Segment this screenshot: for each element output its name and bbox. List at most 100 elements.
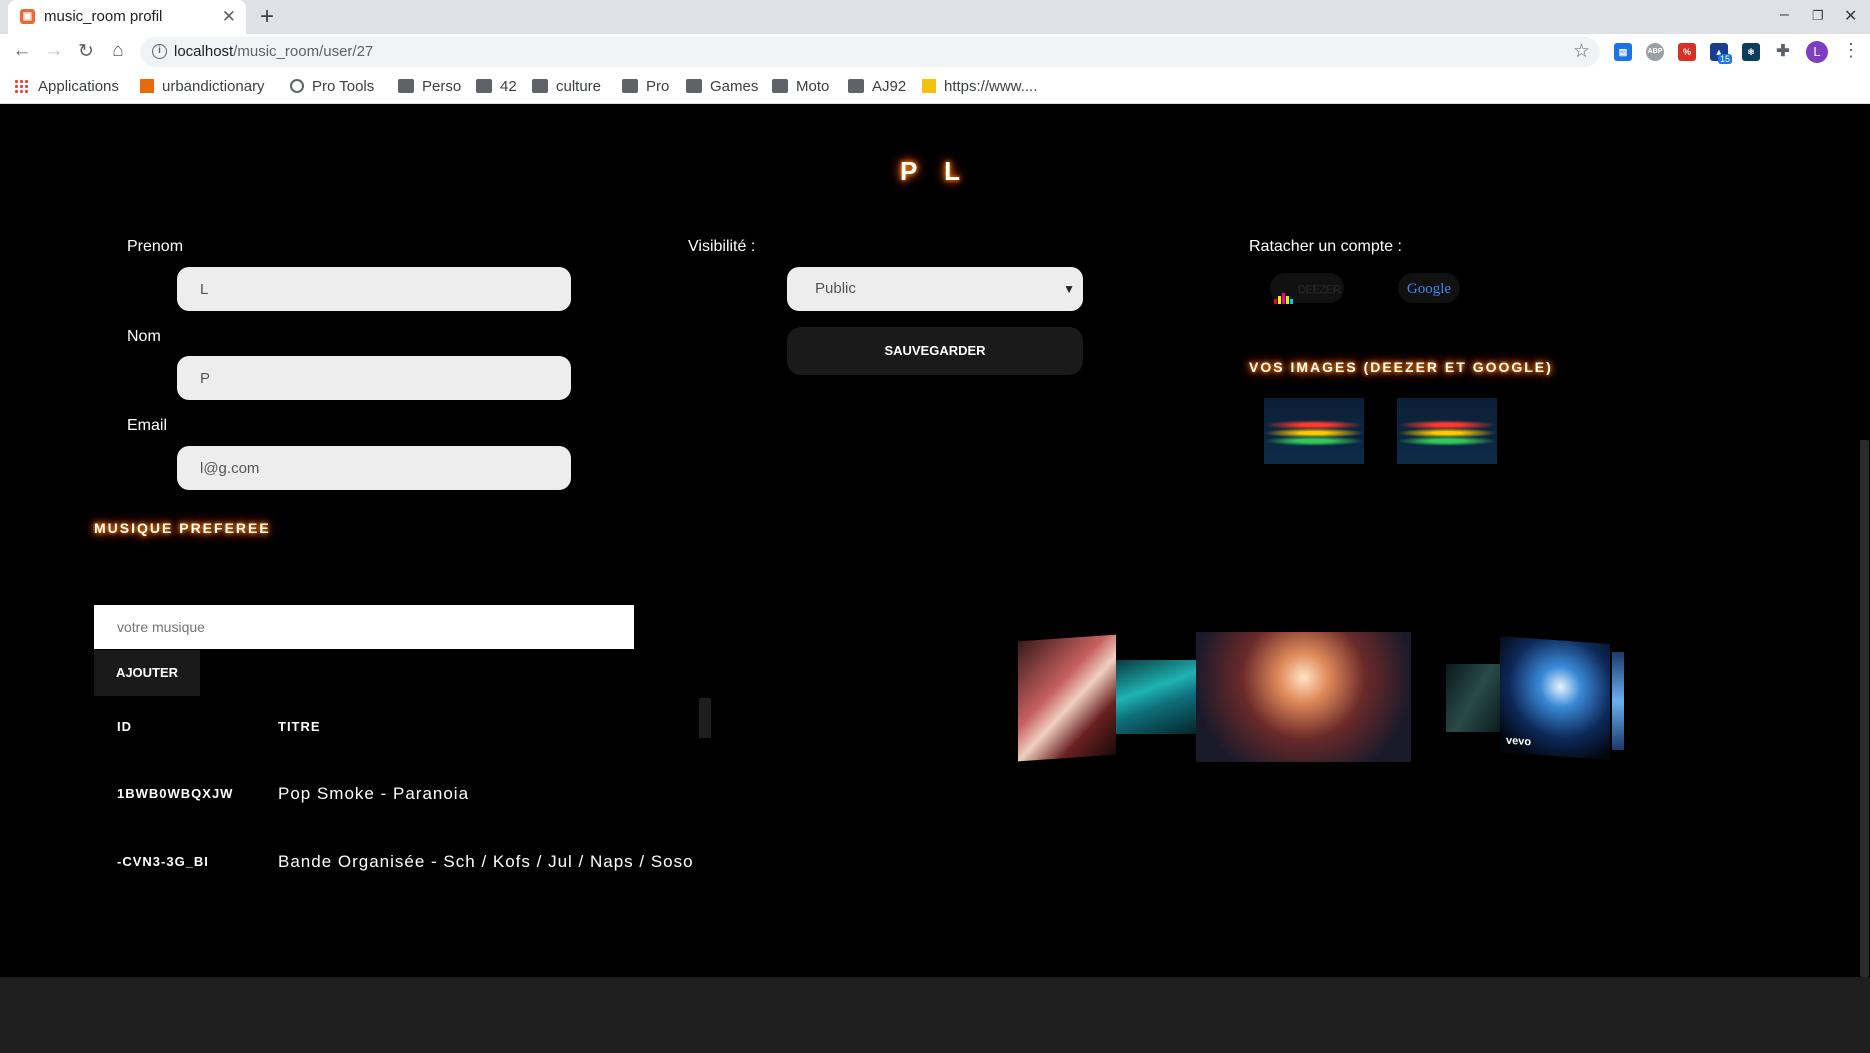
prenom-field[interactable] (177, 267, 571, 311)
vevo-watermark: vevo (1506, 734, 1532, 749)
carousel-frame-1[interactable] (1018, 634, 1116, 762)
extensions-puzzle-icon[interactable]: ✚ (1774, 43, 1792, 61)
add-music-button[interactable]: AJOUTER (94, 650, 200, 696)
bookmark-pro[interactable]: Pro (622, 76, 669, 98)
carousel-frame-2[interactable] (1116, 660, 1196, 734)
bookmark-pro-tools[interactable]: Pro Tools (290, 76, 374, 98)
extension-3-icon[interactable]: % (1678, 43, 1696, 61)
folder-icon (476, 79, 492, 93)
profile-image-deezer[interactable] (1264, 398, 1364, 464)
email-field[interactable] (177, 446, 571, 490)
bookmark-aj92[interactable]: AJ92 (848, 76, 906, 98)
email-label: Email (127, 417, 168, 434)
tab-title: music_room profil (44, 8, 163, 25)
profile-image-google[interactable] (1397, 398, 1497, 464)
bookmarks-bar: Applications urbandictionary Pro Tools P… (0, 70, 1870, 104)
carousel-frame-5[interactable]: vevo (1500, 636, 1610, 760)
restore-icon[interactable]: ❐ (1812, 8, 1824, 24)
page-scrollbar-thumb[interactable] (1860, 440, 1869, 977)
bookmark-moto[interactable]: Moto (772, 76, 829, 98)
carousel-frame-6[interactable] (1612, 652, 1624, 750)
new-tab-icon[interactable]: + (260, 3, 274, 31)
bookmark-star-icon[interactable]: ☆ (1573, 40, 1590, 63)
row-2-id: -CVN3-3G_BI (117, 854, 209, 869)
extension-5-icon[interactable]: ⚛ (1742, 43, 1760, 61)
browser-tab[interactable]: ▣ music_room profil ✕ (8, 0, 246, 34)
extension-badge: 15 (1718, 54, 1733, 64)
tab-favicon-icon: ▣ (20, 9, 35, 24)
page-title: P L (900, 156, 970, 186)
deezer-label: DEEZER (1297, 282, 1342, 297)
nom-field[interactable] (177, 356, 571, 400)
url-host: localhost (174, 43, 234, 60)
visibility-value: Public (815, 280, 856, 297)
carousel-frame-4[interactable] (1446, 664, 1502, 732)
folder-icon (772, 79, 788, 93)
profile-avatar[interactable]: L (1806, 41, 1828, 63)
minimize-icon[interactable]: – (1780, 6, 1789, 24)
globe-icon (290, 79, 304, 93)
bookmark-label: urbandictionary (162, 78, 265, 95)
back-icon[interactable]: ← (10, 40, 34, 62)
tab-close-icon[interactable]: ✕ (222, 7, 236, 27)
table-row-clipped: -CVN3-3G_BI Bande Organisée - Sch / Kofs… (94, 851, 694, 872)
folder-icon (848, 79, 864, 93)
bookmark-label: culture (556, 78, 602, 95)
visibility-label: Visibilité : (688, 238, 756, 255)
page-footer-area (0, 977, 1870, 1053)
bookmark-label: Games (710, 78, 759, 95)
browser-menu-icon[interactable]: ⋮ (1842, 40, 1860, 61)
nom-label: Nom (127, 328, 161, 345)
bookmark-label: 42 (500, 78, 517, 95)
folder-icon (622, 79, 638, 93)
deezer-connect-button[interactable]: DEEZER (1270, 273, 1344, 305)
save-button[interactable]: SAUVEGARDER (787, 327, 1083, 375)
column-header-id: ID (117, 719, 132, 734)
carousel-frame-center[interactable] (1196, 632, 1411, 762)
google-connect-button[interactable]: Google (1398, 273, 1460, 303)
close-window-icon[interactable]: ✕ (1844, 6, 1857, 26)
reload-icon[interactable]: ↻ (74, 40, 98, 63)
bookmark-label: Perso (422, 78, 462, 95)
bookmark-label: Applications (38, 78, 119, 95)
row-2-title[interactable]: Bande Organisée - Sch / Kofs / Jul / Nap… (278, 852, 694, 872)
chevron-down-icon: ▼ (1063, 282, 1075, 296)
deezer-logo-icon (1273, 274, 1294, 305)
folder-icon (532, 79, 548, 93)
bookmark-label: Pro Tools (312, 78, 375, 95)
images-section-title: VOS IMAGES (DEEZER ET GOOGLE) (1249, 359, 1553, 375)
home-icon[interactable]: ⌂ (106, 40, 130, 62)
column-header-title: TITRE (278, 719, 321, 734)
browser-toolbar: ← → ↻ ⌂ i localhost/music_room/user/27 ☆… (0, 34, 1870, 70)
bookmark-urbandictionary[interactable]: urbandictionary (140, 76, 265, 98)
bookmark-label: Pro (646, 78, 670, 95)
folder-icon (686, 79, 702, 93)
bookmark-applications[interactable]: Applications (14, 76, 119, 98)
adblock-icon[interactable]: ABP (1646, 43, 1664, 61)
visibility-select[interactable]: Public ▼ (787, 267, 1083, 311)
bookmark-url[interactable]: https://www.... (922, 76, 1037, 98)
site-info-icon[interactable]: i (152, 44, 167, 59)
pen-icon (922, 79, 936, 93)
url-text: localhost/music_room/user/27 (174, 43, 373, 60)
browser-tab-strip: ▣ music_room profil ✕ + – ❐ ✕ (0, 0, 1870, 34)
bookmark-culture[interactable]: culture (532, 76, 601, 98)
bookmark-games[interactable]: Games (686, 76, 758, 98)
forward-icon[interactable]: → (42, 40, 66, 62)
music-search-input[interactable] (94, 605, 634, 649)
extension-1-icon[interactable]: ▤ (1614, 43, 1632, 61)
url-path: /music_room/user/27 (233, 43, 374, 60)
row-1-id: 1BWB0WBQXJW (117, 786, 234, 801)
urbandictionary-icon (140, 79, 154, 93)
profile-page: P L Prenom Nom Email Visibilité : Public… (0, 104, 1858, 977)
prenom-label: Prenom (127, 238, 184, 255)
bookmark-label: AJ92 (872, 78, 907, 95)
bookmark-perso[interactable]: Perso (398, 76, 461, 98)
bookmark-42[interactable]: 42 (476, 76, 517, 98)
row-1-title[interactable]: Pop Smoke - Paranoia (278, 784, 469, 804)
music-section-title: MUSIQUE PREFEREE (94, 520, 271, 536)
bookmark-label: https://www.... (944, 78, 1038, 95)
table-scrollbar[interactable] (699, 698, 711, 738)
address-bar[interactable]: i localhost/music_room/user/27 ☆ (140, 37, 1600, 67)
bookmark-label: Moto (796, 78, 830, 95)
